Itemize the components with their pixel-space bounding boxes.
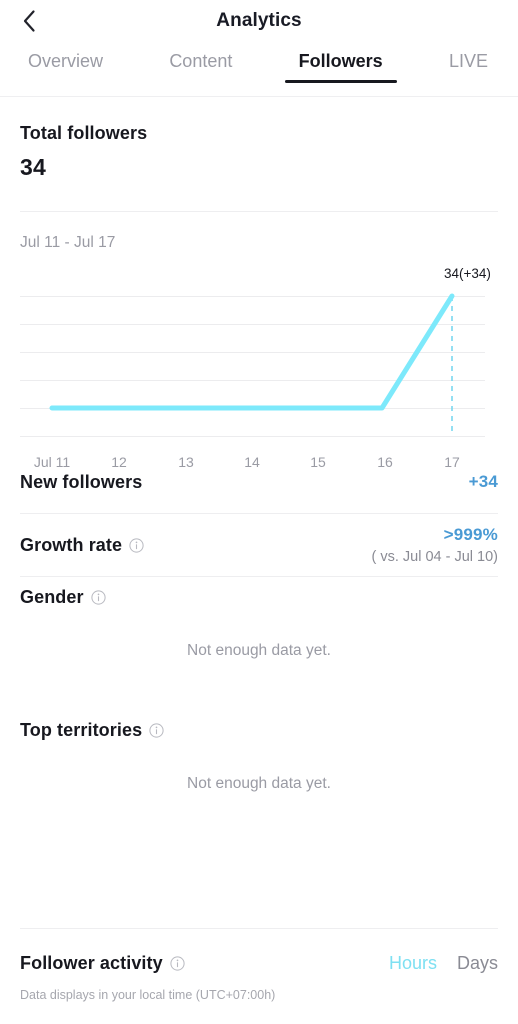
tab-bar: Overview Content Followers LIVE [0,42,518,96]
chart-gridlines [20,296,485,437]
info-icon[interactable] [170,956,185,971]
gender-section-header: Gender [20,577,498,608]
tab-live[interactable]: LIVE [445,52,492,86]
tab-content[interactable]: Content [165,52,236,86]
info-icon[interactable] [91,590,106,605]
info-icon[interactable] [129,537,144,553]
tab-bar-divider [0,96,518,97]
follower-activity-label: Follower activity [20,953,163,973]
x-tick-0: Jul 11 [34,454,71,470]
gender-label: Gender [20,587,84,607]
date-range-label: Jul 11 - Jul 17 [20,234,116,251]
x-tick-5: 16 [377,454,393,470]
growth-rate-label: Growth rate [20,534,123,555]
growth-rate-comparison: ( vs. Jul 04 - Jul 10) [371,549,498,565]
metric-label-group: Growth rate [20,535,144,556]
total-followers-label: Total followers [20,123,148,143]
info-icon[interactable] [149,723,164,738]
tab-overview[interactable]: Overview [24,52,107,86]
gender-empty-message: Not enough data yet. [187,642,331,659]
x-tick-1: 12 [111,454,127,470]
new-followers-value: +34 [468,472,498,491]
metric-row-growth-rate: Growth rate >999% ( vs. Jul 04 - Jul 10) [20,514,498,576]
growth-rate-value: >999% [443,525,498,544]
toggle-hours[interactable]: Hours [389,953,437,974]
x-tick-6: 17 [444,454,460,470]
follower-activity-header: Follower activity Hours Days [20,953,498,974]
main-content: Total followers 34 Jul 11 - Jul 17 34(+3… [0,123,518,793]
activity-toggle-group: Hours Days [389,953,498,974]
top-bar: Analytics [0,0,518,42]
x-tick-3: 14 [244,454,260,470]
follower-activity-note: Data displays in your local time (UTC+07… [20,988,276,1002]
metric-value-group: >999% ( vs. Jul 04 - Jul 10) [371,525,498,565]
territories-empty-message: Not enough data yet. [187,775,331,792]
x-tick-4: 15 [310,454,326,470]
followers-chart[interactable]: 34(+34) Jul 11 12 13 14 15 16 17 [20,266,498,470]
metric-value-group: +34 [469,472,498,492]
follower-activity-section: Follower activity Hours Days Data displa… [0,928,518,1024]
x-tick-2: 13 [178,454,194,470]
follower-activity-label-group: Follower activity [20,953,185,974]
top-territories-label: Top territories [20,720,143,740]
chart-point-label: 34(+34) [444,266,491,281]
total-followers-value: 34 [20,154,46,180]
back-button[interactable] [14,6,44,36]
tab-followers[interactable]: Followers [284,52,397,86]
page-title: Analytics [216,10,302,31]
chart-x-axis: Jul 11 12 13 14 15 16 17 [34,454,460,470]
divider-follower-activity [20,928,498,929]
toggle-days[interactable]: Days [457,953,498,974]
chart-canvas [20,293,485,437]
chevron-left-icon [22,9,36,33]
divider-total [20,211,498,212]
territories-section-header: Top territories [20,660,498,741]
